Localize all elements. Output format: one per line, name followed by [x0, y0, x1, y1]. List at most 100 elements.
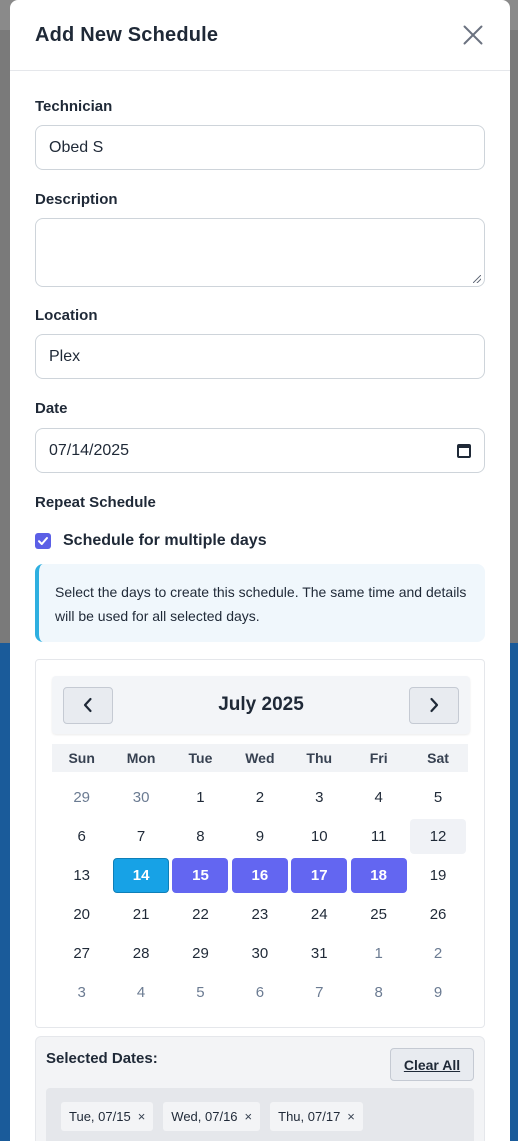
- calendar-day[interactable]: 3: [52, 973, 111, 1012]
- calendar-day-label: 7: [315, 984, 324, 1001]
- multi-day-checkbox-row[interactable]: Schedule for multiple days: [35, 532, 485, 550]
- calendar-day[interactable]: 18: [349, 856, 408, 895]
- calendar-day[interactable]: 1: [171, 778, 230, 817]
- modal-header: Add New Schedule: [10, 0, 510, 71]
- calendar-day[interactable]: 7: [290, 973, 349, 1012]
- calendar-day[interactable]: 16: [230, 856, 289, 895]
- calendar-day[interactable]: 30: [230, 934, 289, 973]
- calendar-day[interactable]: 12: [408, 817, 467, 856]
- calendar-day[interactable]: 19: [408, 856, 467, 895]
- calendar-day-label: 2: [433, 945, 443, 962]
- calendar-day[interactable]: 28: [111, 934, 170, 973]
- calendar-day-label: 30: [251, 945, 269, 962]
- days-grid: 29 30 1 2 3 4 5 6 7 8 9 10 11 12 13 14 15 16 17 18 19 20 21 22 2…: [52, 778, 468, 1012]
- technician-value: Obed S: [49, 138, 104, 156]
- description-label: Description: [35, 191, 118, 208]
- calendar-day-label: 26: [429, 906, 447, 923]
- calendar-day[interactable]: 13: [52, 856, 111, 895]
- clear-all-button[interactable]: Clear All: [390, 1048, 474, 1081]
- calendar-day-label: 5: [196, 984, 205, 1001]
- calendar-day-label: 17: [291, 858, 348, 893]
- date-chip-label: Tue, 07/15: [69, 1109, 131, 1124]
- calendar-day-label: 20: [73, 906, 91, 923]
- calendar-day[interactable]: 11: [349, 817, 408, 856]
- calendar-day[interactable]: 3: [290, 778, 349, 817]
- calendar-day[interactable]: 1: [349, 934, 408, 973]
- calendar-day[interactable]: 27: [52, 934, 111, 973]
- resize-grip-icon[interactable]: [473, 275, 481, 283]
- calendar-day-label: 22: [192, 906, 209, 923]
- month-label: July 2025: [218, 694, 304, 715]
- multi-day-label: Schedule for multiple days: [63, 532, 267, 549]
- calendar-day-label: 23: [251, 906, 269, 923]
- calendar-day[interactable]: 25: [349, 895, 408, 934]
- description-textarea[interactable]: [35, 218, 485, 287]
- calendar-day-label: 16: [231, 858, 288, 893]
- calendar-day[interactable]: 2: [230, 778, 289, 817]
- selected-dates-panel: Selected Dates: Clear All Tue, 07/15 × W…: [35, 1036, 485, 1141]
- remove-chip-icon[interactable]: ×: [347, 1109, 355, 1124]
- checkmark-icon: [38, 537, 48, 545]
- date-input[interactable]: 07/14/2025: [35, 428, 485, 473]
- calendar-day-label: 8: [196, 828, 205, 845]
- calendar-icon[interactable]: [457, 443, 471, 458]
- calendar-day[interactable]: 21: [111, 895, 170, 934]
- calendar-day-label: 6: [255, 984, 265, 1001]
- calendar-day[interactable]: 17: [290, 856, 349, 895]
- calendar-day[interactable]: 23: [230, 895, 289, 934]
- calendar-day[interactable]: 7: [111, 817, 170, 856]
- calendar-day-label: 10: [310, 828, 328, 845]
- calendar-day-label: 19: [429, 867, 447, 884]
- calendar-day-label: 28: [132, 945, 150, 962]
- calendar-day-label: 5: [433, 789, 443, 806]
- calendar-day[interactable]: 2: [408, 934, 467, 973]
- date-chip-label: Thu, 07/17: [278, 1109, 341, 1124]
- weekday-label: Sun: [68, 750, 95, 766]
- location-input[interactable]: Plex: [35, 334, 485, 379]
- weekday-header: Sun Mon Tue Wed Thu Fri Sat: [52, 744, 468, 772]
- calendar-day[interactable]: 15: [171, 856, 230, 895]
- date-chip-label: Wed, 07/16: [171, 1109, 238, 1124]
- calendar-day[interactable]: 22: [171, 895, 230, 934]
- technician-label: Technician: [35, 98, 113, 115]
- location-label: Location: [35, 307, 98, 324]
- calendar-day-label: 27: [73, 945, 91, 962]
- calendar-day[interactable]: 20: [52, 895, 111, 934]
- calendar-day[interactable]: 26: [408, 895, 467, 934]
- date-chip: Wed, 07/16 ×: [163, 1102, 261, 1131]
- calendar-day[interactable]: 4: [111, 973, 170, 1012]
- calendar-day-label: 18: [350, 858, 407, 893]
- calendar-day[interactable]: 14: [111, 856, 170, 895]
- calendar-day-label: 30: [132, 789, 150, 806]
- multi-day-checkbox[interactable]: [35, 533, 51, 549]
- calendar-day[interactable]: 5: [408, 778, 467, 817]
- calendar-day-label: 6: [77, 828, 86, 845]
- calendar-day-label: 4: [374, 789, 383, 806]
- calendar-day[interactable]: 29: [171, 934, 230, 973]
- calendar-day[interactable]: 8: [171, 817, 230, 856]
- calendar-day[interactable]: 6: [230, 973, 289, 1012]
- calendar-day-label: 1: [196, 789, 205, 806]
- chevron-right-icon: [430, 697, 439, 713]
- calendar-day[interactable]: 8: [349, 973, 408, 1012]
- calendar-day[interactable]: 9: [408, 973, 467, 1012]
- calendar-day[interactable]: 30: [111, 778, 170, 817]
- calendar-day[interactable]: 24: [290, 895, 349, 934]
- next-month-button[interactable]: [408, 686, 459, 724]
- prev-month-button[interactable]: [63, 686, 113, 724]
- calendar-day[interactable]: 10: [290, 817, 349, 856]
- calendar-day[interactable]: 6: [52, 817, 111, 856]
- calendar-day[interactable]: 4: [349, 778, 408, 817]
- info-text: Select the days to create this schedule.…: [55, 584, 467, 624]
- technician-input[interactable]: Obed S: [35, 125, 485, 170]
- remove-chip-icon[interactable]: ×: [138, 1109, 146, 1124]
- calendar-day-label: 14: [113, 858, 170, 893]
- remove-chip-icon[interactable]: ×: [245, 1109, 253, 1124]
- background-edge: [0, 643, 10, 1141]
- calendar-day[interactable]: 5: [171, 973, 230, 1012]
- close-icon[interactable]: [460, 22, 486, 48]
- calendar-day[interactable]: 9: [230, 817, 289, 856]
- calendar-day-label: 24: [310, 906, 328, 923]
- calendar-day[interactable]: 29: [52, 778, 111, 817]
- calendar-day[interactable]: 31: [290, 934, 349, 973]
